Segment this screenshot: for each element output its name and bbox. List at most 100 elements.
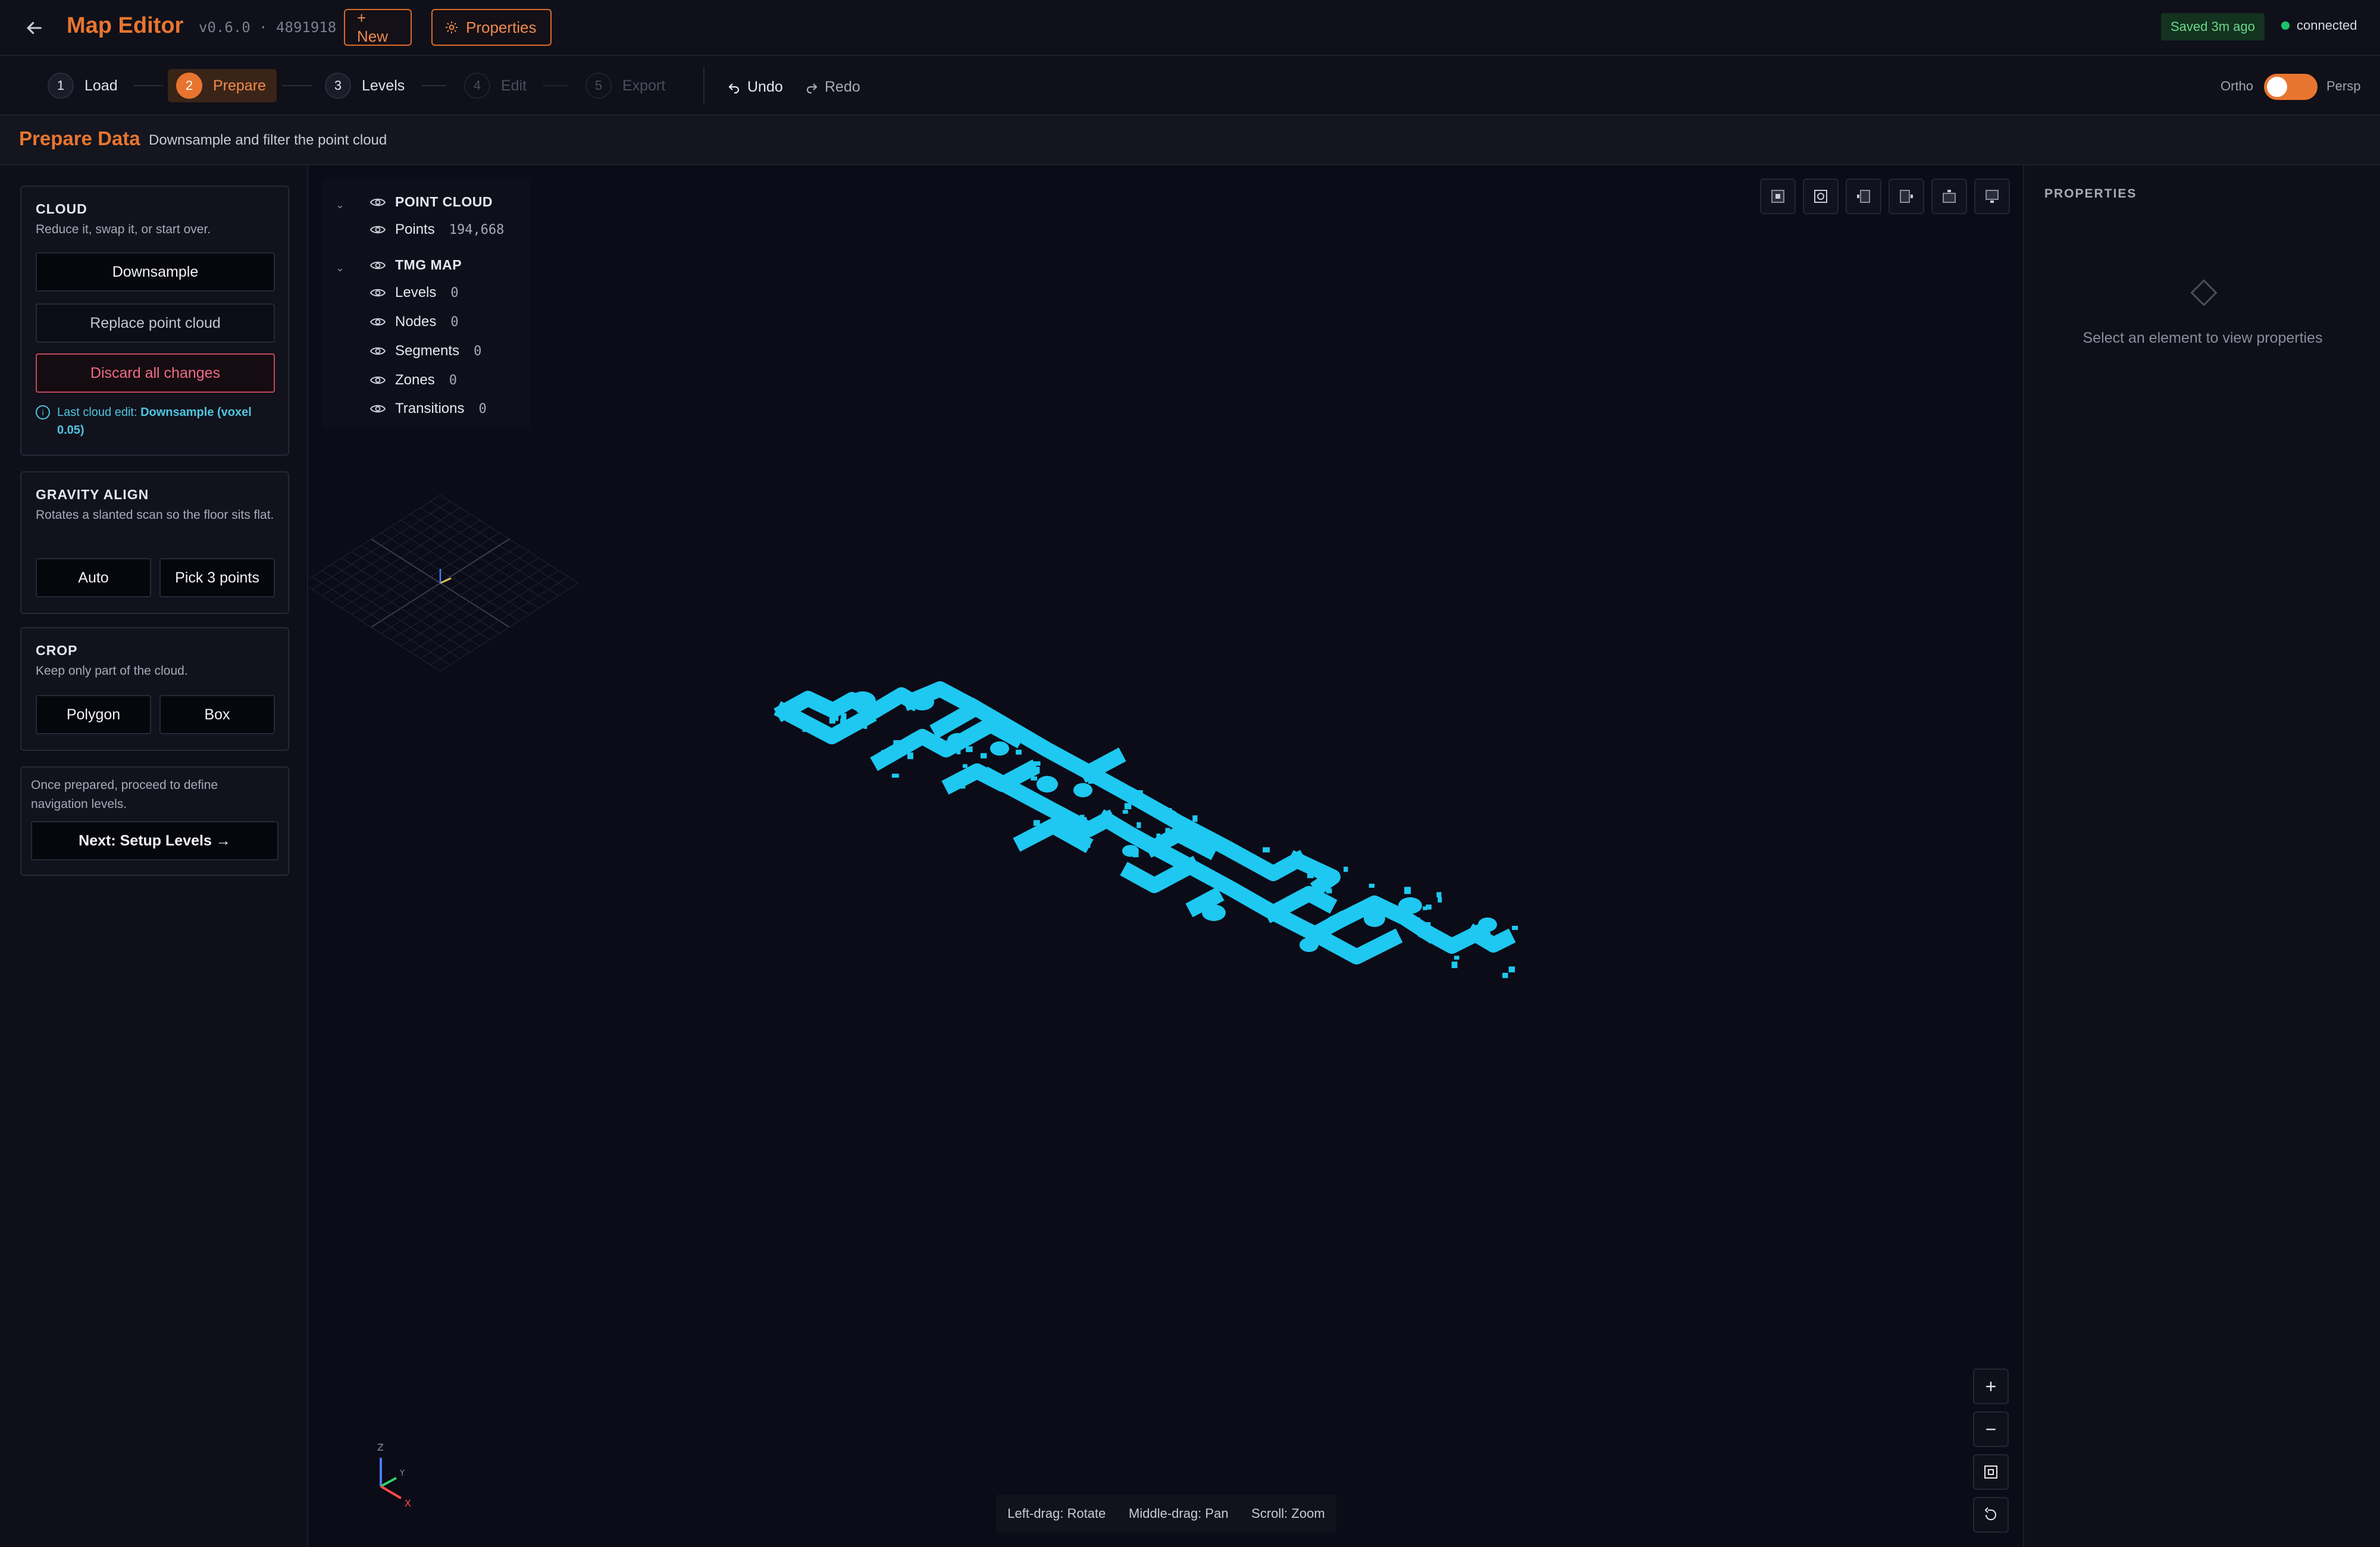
tree-count: 0 [449, 372, 457, 388]
tree-item-nodes[interactable]: Nodes 0 [370, 314, 459, 330]
step-number: 4 [464, 73, 490, 99]
cloud-point [907, 752, 913, 759]
downsample-button[interactable]: Downsample [36, 252, 275, 292]
toggle-knob [2267, 77, 2287, 97]
tree-item-transitions[interactable]: Transitions 0 [370, 400, 487, 417]
cloud-point [1088, 778, 1093, 784]
tree-item-tmg-map[interactable]: TMG MAP [370, 257, 462, 273]
undo-button[interactable]: Undo [727, 79, 783, 96]
new-button[interactable]: + New [344, 9, 412, 46]
cloud-point [1404, 887, 1411, 894]
card-title: CLOUD [36, 201, 87, 217]
pick-points-button[interactable]: Pick 3 points [159, 558, 275, 597]
cloud-cluster [1036, 776, 1058, 793]
replace-cloud-button[interactable]: Replace point cloud [36, 303, 275, 343]
auto-align-button[interactable]: Auto [36, 558, 151, 597]
card-title: GRAVITY ALIGN [36, 487, 149, 502]
eye-icon[interactable] [370, 375, 386, 386]
connection-status: connected [2281, 18, 2357, 33]
cloud-point [967, 737, 972, 741]
cloud-point [1033, 820, 1040, 826]
tree-item-levels[interactable]: Levels 0 [370, 284, 459, 301]
tree-item-point-cloud[interactable]: POINT CLOUD [370, 194, 493, 210]
info-icon: i [36, 405, 50, 419]
next-setup-levels-button[interactable]: Next: Setup Levels → [31, 821, 278, 860]
view-right-button[interactable] [1889, 178, 1924, 214]
step-edit[interactable]: 4 Edit [464, 69, 527, 102]
properties-panel: PROPERTIES Select an element to view pro… [2023, 165, 2380, 1547]
cloud-point [825, 701, 830, 705]
cloud-card: CLOUD Reduce it, swap it, or start over.… [20, 186, 289, 456]
step-levels[interactable]: 3 Levels [325, 69, 405, 102]
properties-button[interactable]: Properties [431, 9, 552, 46]
zoom-in-button[interactable]: + [1973, 1368, 2009, 1404]
cloud-corridor [1286, 850, 1341, 897]
zoom-out-button[interactable]: − [1973, 1411, 2009, 1447]
app-title: Map Editor [67, 13, 184, 38]
3d-viewport[interactable]: ⌄ POINT CLOUD Points 194,668 ⌄ TMG MAP L… [309, 165, 2023, 1547]
panel-left-icon [1857, 190, 1870, 203]
back-arrow-icon[interactable] [24, 18, 44, 38]
cloud-point [1137, 790, 1143, 794]
cloud-point [1192, 815, 1198, 822]
saved-status-badge: Saved 3m ago [2161, 13, 2265, 40]
cloud-point [1470, 935, 1476, 941]
tree-count: 0 [474, 343, 482, 359]
reset-icon [1984, 1507, 1996, 1520]
view-bottom-button[interactable] [1974, 178, 2010, 214]
cloud-corridor [1263, 886, 1338, 923]
cloud-point [1129, 791, 1135, 797]
cloud-point [863, 722, 868, 729]
cloud-point [1486, 931, 1490, 936]
cloud-cluster [850, 691, 876, 710]
point-cloud-render[interactable] [309, 165, 2023, 1547]
eye-icon[interactable] [370, 197, 386, 208]
cloud-point [1167, 837, 1172, 844]
eye-icon[interactable] [370, 317, 386, 327]
step-bar: 1 Load 2 Prepare 3 Levels 4 Edit 5 Expor… [0, 56, 2380, 115]
chevron-down-icon[interactable]: ⌄ [336, 262, 345, 274]
eye-icon[interactable] [370, 287, 386, 298]
step-connector [133, 85, 163, 86]
cloud-point [958, 784, 966, 789]
step-load[interactable]: 1 Load [48, 69, 118, 102]
redo-button[interactable]: Redo [804, 79, 860, 96]
step-export[interactable]: 5 Export [585, 69, 665, 102]
cloud-point [1326, 888, 1332, 894]
view-left-button[interactable] [1846, 178, 1881, 214]
chevron-down-icon[interactable]: ⌄ [336, 199, 345, 211]
reset-view-button[interactable] [1973, 1497, 2009, 1533]
diamond-icon [2190, 279, 2218, 306]
card-description: Rotates a slanted scan so the floor sits… [36, 508, 274, 522]
cloud-point [857, 709, 862, 713]
x-axis-label: X [405, 1498, 411, 1509]
cloud-point [1368, 884, 1375, 888]
eye-icon[interactable] [370, 403, 386, 414]
cloud-corridor [1304, 923, 1403, 964]
cloud-point [888, 756, 892, 762]
eye-icon[interactable] [370, 346, 386, 356]
cloud-point [1122, 810, 1128, 814]
cloud-point [1005, 782, 1009, 788]
last-edit-info: i Last cloud edit: Downsample (voxel 0.0… [36, 403, 280, 439]
cloud-point [1424, 922, 1431, 929]
tree-label: Levels [395, 284, 437, 300]
eye-icon[interactable] [370, 260, 386, 271]
cloud-point [1144, 798, 1149, 804]
view-top-button[interactable] [1803, 178, 1839, 214]
cloud-point [891, 774, 899, 778]
tree-item-points[interactable]: Points 194,668 [370, 221, 504, 238]
card-title: CROP [36, 643, 78, 658]
fit-view-button[interactable] [1973, 1454, 2009, 1490]
polygon-crop-button[interactable]: Polygon [36, 695, 151, 734]
step-prepare[interactable]: 2 Prepare [168, 69, 277, 102]
tree-item-segments[interactable]: Segments 0 [370, 343, 481, 359]
view-free-button[interactable] [1760, 178, 1796, 214]
view-front-button[interactable] [1931, 178, 1967, 214]
step-number: 3 [325, 73, 351, 99]
projection-toggle[interactable] [2264, 74, 2318, 100]
eye-icon[interactable] [370, 224, 386, 235]
discard-changes-button[interactable]: Discard all changes [36, 353, 275, 393]
box-crop-button[interactable]: Box [159, 695, 275, 734]
tree-item-zones[interactable]: Zones 0 [370, 372, 457, 389]
